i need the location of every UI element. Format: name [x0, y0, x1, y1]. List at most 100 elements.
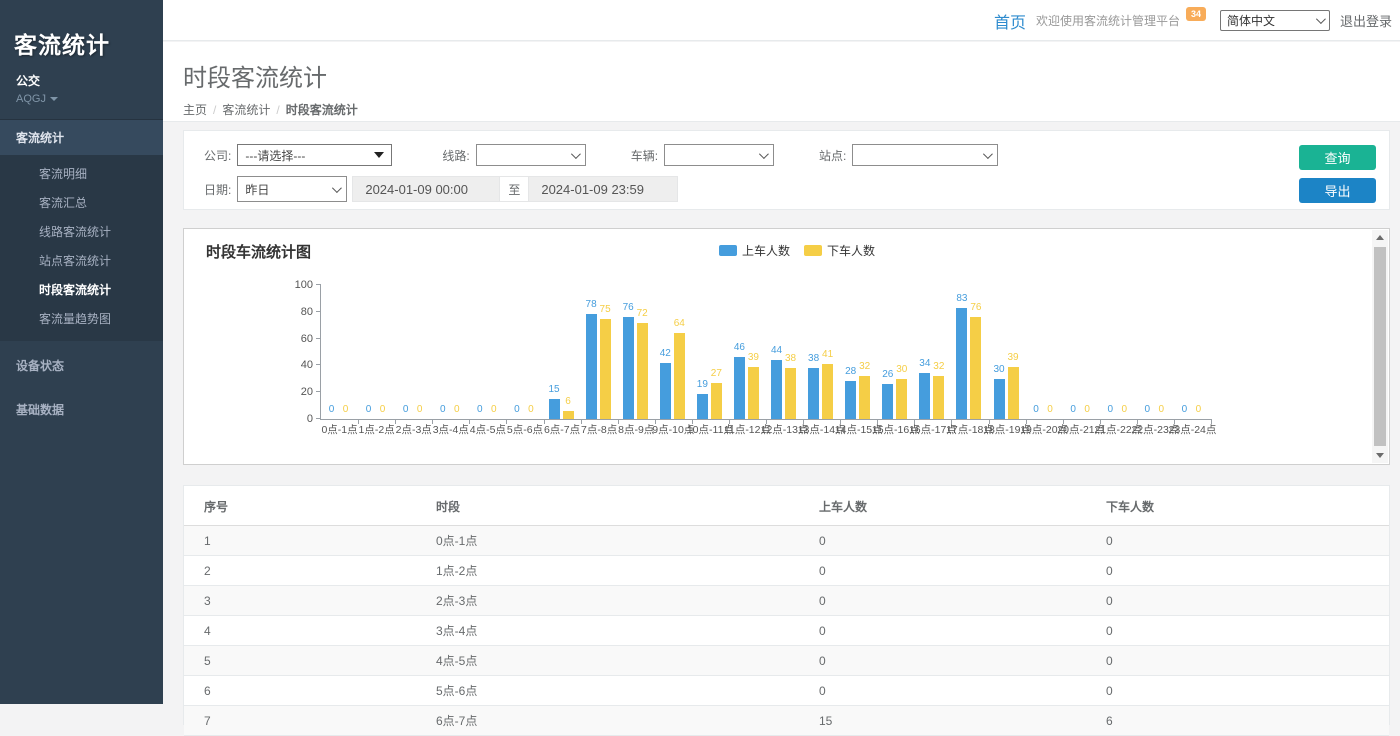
bar-value-label: 44 [771, 345, 782, 356]
table-cell: 0 [1086, 586, 1389, 616]
query-button[interactable]: 查询 [1299, 145, 1376, 170]
sidebar-subitem[interactable]: 站点客流统计 [0, 246, 163, 275]
language-value: 简体中文 [1227, 12, 1275, 29]
legend-swatch-icon [804, 245, 822, 256]
breadcrumb-item[interactable]: 主页 [183, 103, 207, 117]
sidebar-item[interactable]: 设备状态 [0, 346, 163, 385]
bar-value-label: 76 [970, 302, 981, 313]
x-tick-label: 8点-9点 [618, 422, 654, 437]
bar-value-label: 64 [674, 318, 685, 329]
bar-value-label: 0 [1084, 404, 1090, 415]
bar-value-label: 30 [896, 364, 907, 375]
sidebar-subitem[interactable]: 线路客流统计 [0, 217, 163, 246]
y-tick-mark [316, 311, 321, 312]
table-row: 65点-6点00 [184, 676, 1389, 706]
company-select[interactable]: ---请选择--- [237, 144, 392, 166]
bar-value-label: 28 [845, 366, 856, 377]
sidebar-subitem[interactable]: 客流汇总 [0, 188, 163, 217]
bar-下车人数 [748, 367, 759, 419]
bar-上车人数 [808, 368, 819, 419]
sidebar-subitem[interactable]: 时段客流统计 [0, 275, 163, 304]
bar-value-label: 75 [600, 304, 611, 315]
scroll-down-icon[interactable] [1372, 448, 1388, 463]
bar-value-label: 32 [933, 361, 944, 372]
table-cell: 2 [184, 556, 416, 586]
table-row: 21点-2点00 [184, 556, 1389, 586]
table-cell: 4点-5点 [416, 646, 799, 676]
bar-下车人数 [896, 379, 907, 419]
bar-value-label: 0 [528, 404, 534, 415]
chevron-down-icon [332, 183, 342, 193]
bar-value-label: 0 [1159, 404, 1165, 415]
app-title: 客流统计 [0, 0, 163, 60]
bar-value-label: 15 [548, 384, 559, 395]
export-button[interactable]: 导出 [1299, 178, 1376, 203]
vehicle-select[interactable] [664, 144, 774, 166]
filter-panel: 公司: ---请选择--- 线路: 车辆: 站点: 日期: 昨日 2024-01… [183, 130, 1390, 210]
language-select[interactable]: 简体中文 [1220, 10, 1330, 31]
table-cell: 2点-3点 [416, 586, 799, 616]
table-cell: 1点-2点 [416, 556, 799, 586]
table-panel: 序号时段上车人数下车人数 10点-1点0021点-2点0032点-3点0043点… [183, 485, 1390, 725]
table-cell: 6点-7点 [416, 706, 799, 736]
date-preset-select[interactable]: 昨日 [237, 176, 347, 202]
breadcrumb: 主页/客流统计/时段客流统计 [183, 101, 1400, 118]
welcome-text: 欢迎使用客流统计管理平台 [1036, 12, 1180, 29]
bar-value-label: 46 [734, 342, 745, 353]
x-tick-label: 1点-2点 [359, 422, 395, 437]
bar-value-label: 0 [440, 404, 446, 415]
breadcrumb-item[interactable]: 客流统计 [222, 103, 270, 117]
table-cell: 5点-6点 [416, 676, 799, 706]
notification-badge[interactable]: 34 [1186, 7, 1206, 21]
sidebar-item[interactable]: 基础数据 [0, 390, 163, 429]
bar-value-label: 39 [748, 352, 759, 363]
scrollbar-thumb[interactable] [1374, 247, 1386, 446]
x-tick-label: 23点-24点 [1169, 422, 1217, 437]
bar-value-label: 0 [1047, 404, 1053, 415]
bar-value-label: 19 [697, 379, 708, 390]
station-select[interactable] [852, 144, 998, 166]
sidebar-subitem[interactable]: 客流明细 [0, 159, 163, 188]
bar-value-label: 76 [623, 302, 634, 313]
table-cell: 4 [184, 616, 416, 646]
table-row: 10点-1点00 [184, 526, 1389, 556]
x-tick-label: 0点-1点 [321, 422, 357, 437]
bar-value-label: 6 [565, 396, 571, 407]
account-dropdown[interactable]: AQGJ [0, 89, 163, 119]
date-end-input[interactable]: 2024-01-09 23:59 [528, 176, 678, 202]
y-tick-label: 20 [301, 386, 321, 398]
x-tick-label: 2点-3点 [396, 422, 432, 437]
y-tick-mark [316, 418, 321, 419]
line-select[interactable] [476, 144, 586, 166]
bar-上车人数 [697, 394, 708, 419]
bar-上车人数 [660, 363, 671, 419]
company-name: 公交 [0, 60, 163, 89]
time-period-table: 序号时段上车人数下车人数 10点-1点0021点-2点0032点-3点0043点… [184, 486, 1389, 736]
legend-item[interactable]: 上车人数 [719, 242, 790, 259]
x-tick-label: 4点-5点 [470, 422, 506, 437]
topbar: 首页 欢迎使用客流统计管理平台 34 简体中文 退出登录 [163, 0, 1400, 41]
chart-vertical-scrollbar[interactable] [1372, 230, 1388, 463]
y-tick-mark [316, 338, 321, 339]
bar-下车人数 [637, 323, 648, 419]
date-start-input[interactable]: 2024-01-09 00:00 [352, 176, 500, 202]
logout-button[interactable]: 退出登录 [1340, 11, 1392, 30]
table-cell: 0 [799, 676, 1086, 706]
sidebar-subitem[interactable]: 客流量趋势图 [0, 304, 163, 333]
bar-下车人数 [933, 376, 944, 419]
dropdown-triangle-icon [374, 152, 384, 158]
bar-value-label: 0 [343, 404, 349, 415]
bar-value-label: 0 [403, 404, 409, 415]
scroll-up-icon[interactable] [1372, 230, 1388, 245]
bar-value-label: 38 [808, 353, 819, 364]
date-preset-value: 昨日 [245, 181, 269, 198]
bar-value-label: 30 [993, 364, 1004, 375]
sidebar-item-passenger-stats[interactable]: 客流统计 [0, 120, 163, 155]
bar-下车人数 [970, 317, 981, 419]
home-link[interactable]: 首页 [994, 9, 1026, 33]
bar-value-label: 0 [491, 404, 497, 415]
bar-value-label: 78 [586, 299, 597, 310]
y-tick-label: 0 [307, 413, 321, 425]
legend-item[interactable]: 下车人数 [804, 242, 875, 259]
table-row: 76点-7点156 [184, 706, 1389, 736]
